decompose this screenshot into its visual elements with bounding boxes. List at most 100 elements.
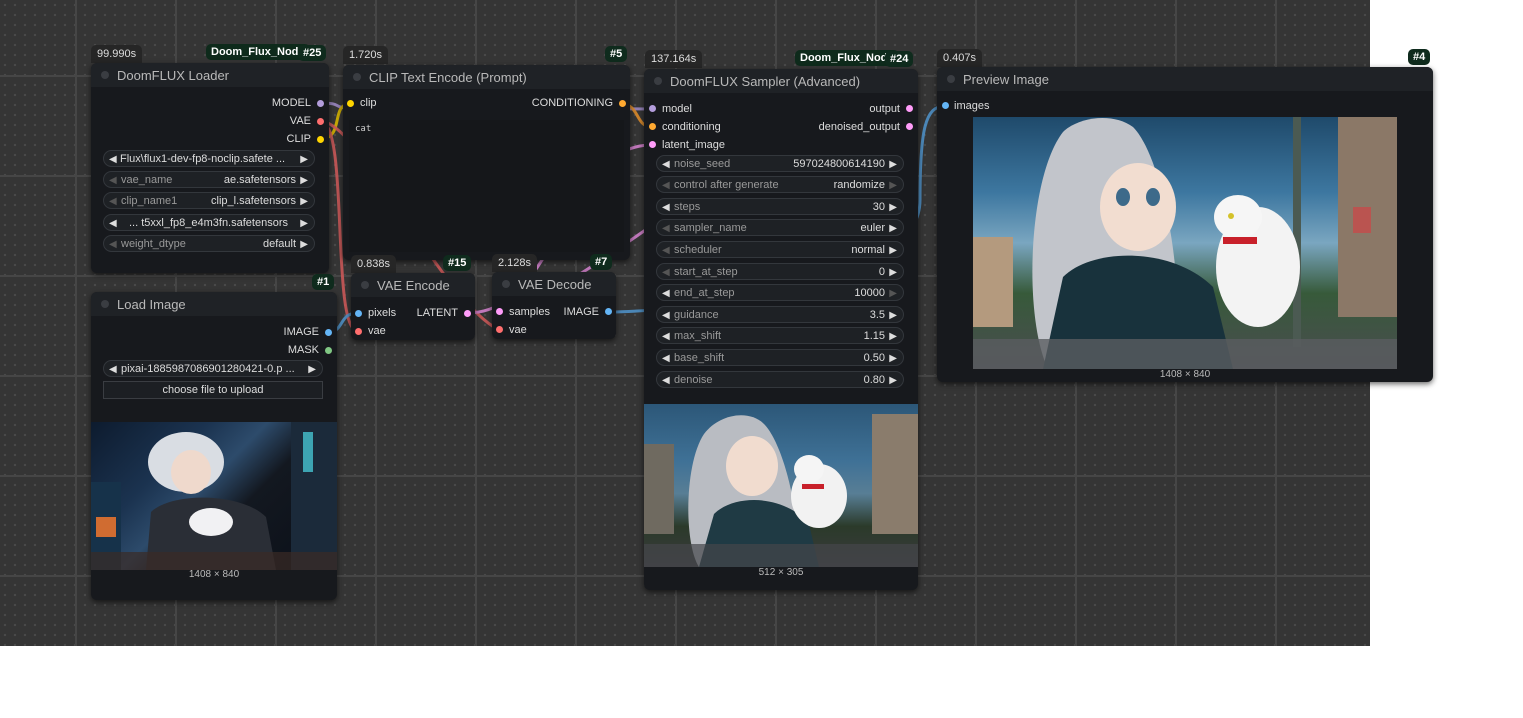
output-output-slot[interactable]: [906, 105, 913, 112]
guidance-widget[interactable]: ◀ guidance 3.5 ▶: [656, 306, 904, 323]
load-image-node[interactable]: Load Image IMAGE MASK ◀ pixai-1885987086…: [91, 292, 337, 600]
vae-decode-node[interactable]: VAE Decode samples vae IMAGE: [492, 272, 616, 339]
collapse-dot-icon[interactable]: [361, 281, 369, 289]
input-latent-slot[interactable]: [649, 141, 656, 148]
collapse-dot-icon[interactable]: [654, 77, 662, 85]
image-file-combo[interactable]: ◀ pixai-1885987086901280421-0.p ... ▶: [103, 360, 323, 377]
noise-seed-widget[interactable]: ◀ noise_seed 597024800614190 ▶: [656, 155, 904, 172]
start-at-step-widget[interactable]: ◀ start_at_step 0 ▶: [656, 263, 904, 280]
input-images-slot[interactable]: [942, 102, 949, 109]
clip-text-encode-node[interactable]: CLIP Text Encode (Prompt) clip CONDITION…: [343, 65, 630, 260]
arrow-left-icon[interactable]: ◀: [662, 156, 670, 173]
clip-text-title-bar[interactable]: CLIP Text Encode (Prompt): [343, 65, 630, 89]
arrow-right-icon[interactable]: ▶: [889, 328, 897, 345]
output-image-slot[interactable]: [325, 329, 332, 336]
input-samples-slot[interactable]: [496, 308, 503, 315]
clip-name1-combo[interactable]: ◀ clip_name1 clip_l.safetensors ▶: [103, 192, 315, 209]
clip-name2-combo[interactable]: ◀ ... t5xxl_fp8_e4m3fn.safetensors ▶: [103, 214, 315, 231]
arrow-left-icon[interactable]: ◀: [662, 264, 670, 281]
input-clip-slot[interactable]: [347, 100, 354, 107]
arrow-left-icon[interactable]: ◀: [662, 350, 670, 367]
arrow-left-icon[interactable]: ◀: [109, 172, 117, 189]
arrow-right-icon[interactable]: ▶: [889, 372, 897, 389]
loader-title-bar[interactable]: DoomFLUX Loader: [91, 63, 329, 87]
arrow-left-icon[interactable]: ◀: [109, 236, 117, 253]
arrow-left-icon[interactable]: ◀: [662, 307, 670, 324]
arrow-left-icon[interactable]: ◀: [109, 151, 117, 168]
arrow-right-icon[interactable]: ▶: [889, 285, 897, 302]
vae-name-combo[interactable]: ◀ vae_name ae.safetensors ▶: [103, 171, 315, 188]
arrow-left-icon[interactable]: ◀: [109, 193, 117, 210]
arrow-left-icon[interactable]: ◀: [662, 177, 670, 194]
preview-output-image: [973, 117, 1397, 369]
prompt-textarea[interactable]: cat: [349, 120, 624, 252]
output-denoised-slot[interactable]: [906, 123, 913, 130]
output-mask-slot[interactable]: [325, 347, 332, 354]
arrow-left-icon[interactable]: ◀: [662, 285, 670, 302]
arrow-right-icon[interactable]: ▶: [300, 215, 308, 232]
output-vae-label: VAE: [289, 115, 311, 127]
arrow-right-icon[interactable]: ▶: [300, 236, 308, 253]
arrow-left-icon[interactable]: ◀: [662, 220, 670, 237]
arrow-left-icon[interactable]: ◀: [109, 361, 117, 378]
output-clip-slot[interactable]: [317, 136, 324, 143]
arrow-left-icon[interactable]: ◀: [109, 215, 117, 232]
weight-dtype-combo[interactable]: ◀ weight_dtype default ▶: [103, 235, 315, 252]
sampler-title: DoomFLUX Sampler (Advanced): [670, 74, 861, 89]
base-shift-widget[interactable]: ◀ base_shift 0.50 ▶: [656, 349, 904, 366]
unet-name-combo[interactable]: ◀ Flux\flux1-dev-fp8-noclip.safete ... ▶: [103, 150, 315, 167]
arrow-right-icon[interactable]: ▶: [889, 156, 897, 173]
arrow-right-icon[interactable]: ▶: [889, 264, 897, 281]
arrow-right-icon[interactable]: ▶: [889, 242, 897, 259]
output-conditioning-slot[interactable]: [619, 100, 626, 107]
input-vae-slot[interactable]: [496, 326, 503, 333]
sampler-preview-image: [644, 404, 918, 567]
end-at-step-widget[interactable]: ◀ end_at_step 10000 ▶: [656, 284, 904, 301]
arrow-right-icon[interactable]: ▶: [300, 151, 308, 168]
output-vae-slot[interactable]: [317, 118, 324, 125]
collapse-dot-icon[interactable]: [101, 71, 109, 79]
input-model-slot[interactable]: [649, 105, 656, 112]
arrow-right-icon[interactable]: ▶: [300, 193, 308, 210]
arrow-right-icon[interactable]: ▶: [308, 361, 316, 378]
sampler-title-bar[interactable]: DoomFLUX Sampler (Advanced): [644, 69, 918, 93]
collapse-dot-icon[interactable]: [353, 73, 361, 81]
arrow-left-icon[interactable]: ◀: [662, 242, 670, 259]
denoise-widget[interactable]: ◀ denoise 0.80 ▶: [656, 371, 904, 388]
arrow-left-icon[interactable]: ◀: [662, 372, 670, 389]
control-after-generate-widget[interactable]: ◀ control after generate randomize ▶: [656, 176, 904, 193]
doomflux-loader-node[interactable]: DoomFLUX Loader MODEL VAE CLIP ◀ Flux\fl…: [91, 63, 329, 273]
arrow-right-icon[interactable]: ▶: [889, 199, 897, 216]
vae-encode-title-bar[interactable]: VAE Encode: [351, 273, 475, 297]
input-vae-slot[interactable]: [355, 328, 362, 335]
output-model-slot[interactable]: [317, 100, 324, 107]
arrow-left-icon[interactable]: ◀: [662, 328, 670, 345]
upload-file-button[interactable]: choose file to upload: [103, 381, 323, 399]
input-pixels-slot[interactable]: [355, 310, 362, 317]
preview-title-bar[interactable]: Preview Image: [937, 67, 1433, 91]
collapse-dot-icon[interactable]: [947, 75, 955, 83]
input-conditioning-slot[interactable]: [649, 123, 656, 130]
scheduler-widget[interactable]: ◀ scheduler normal ▶: [656, 241, 904, 258]
collapse-dot-icon[interactable]: [101, 300, 109, 308]
arrow-right-icon[interactable]: ▶: [889, 177, 897, 194]
arrow-right-icon[interactable]: ▶: [300, 172, 308, 189]
arrow-right-icon[interactable]: ▶: [889, 350, 897, 367]
vae-encode-node[interactable]: VAE Encode pixels vae LATENT: [351, 273, 475, 340]
arrow-right-icon[interactable]: ▶: [889, 220, 897, 237]
steps-widget[interactable]: ◀ steps 30 ▶: [656, 198, 904, 215]
load-image-title-bar[interactable]: Load Image: [91, 292, 337, 316]
collapse-dot-icon[interactable]: [502, 280, 510, 288]
sampler-name-widget[interactable]: ◀ sampler_name euler ▶: [656, 219, 904, 236]
doomflux-sampler-node[interactable]: DoomFLUX Sampler (Advanced) model condit…: [644, 69, 918, 590]
vae-encode-exec-time: 0.838s: [351, 255, 397, 273]
output-latent-slot[interactable]: [464, 310, 471, 317]
output-image-slot[interactable]: [605, 308, 612, 315]
arrow-right-icon[interactable]: ▶: [889, 307, 897, 324]
vae-decode-title-bar[interactable]: VAE Decode: [492, 272, 616, 296]
max-shift-widget[interactable]: ◀ max_shift 1.15 ▶: [656, 327, 904, 344]
preview-title: Preview Image: [963, 72, 1049, 87]
preview-image-node[interactable]: Preview Image images 1408 × 840: [937, 67, 1433, 382]
arrow-left-icon[interactable]: ◀: [662, 199, 670, 216]
input-clip-label: clip: [360, 97, 377, 109]
